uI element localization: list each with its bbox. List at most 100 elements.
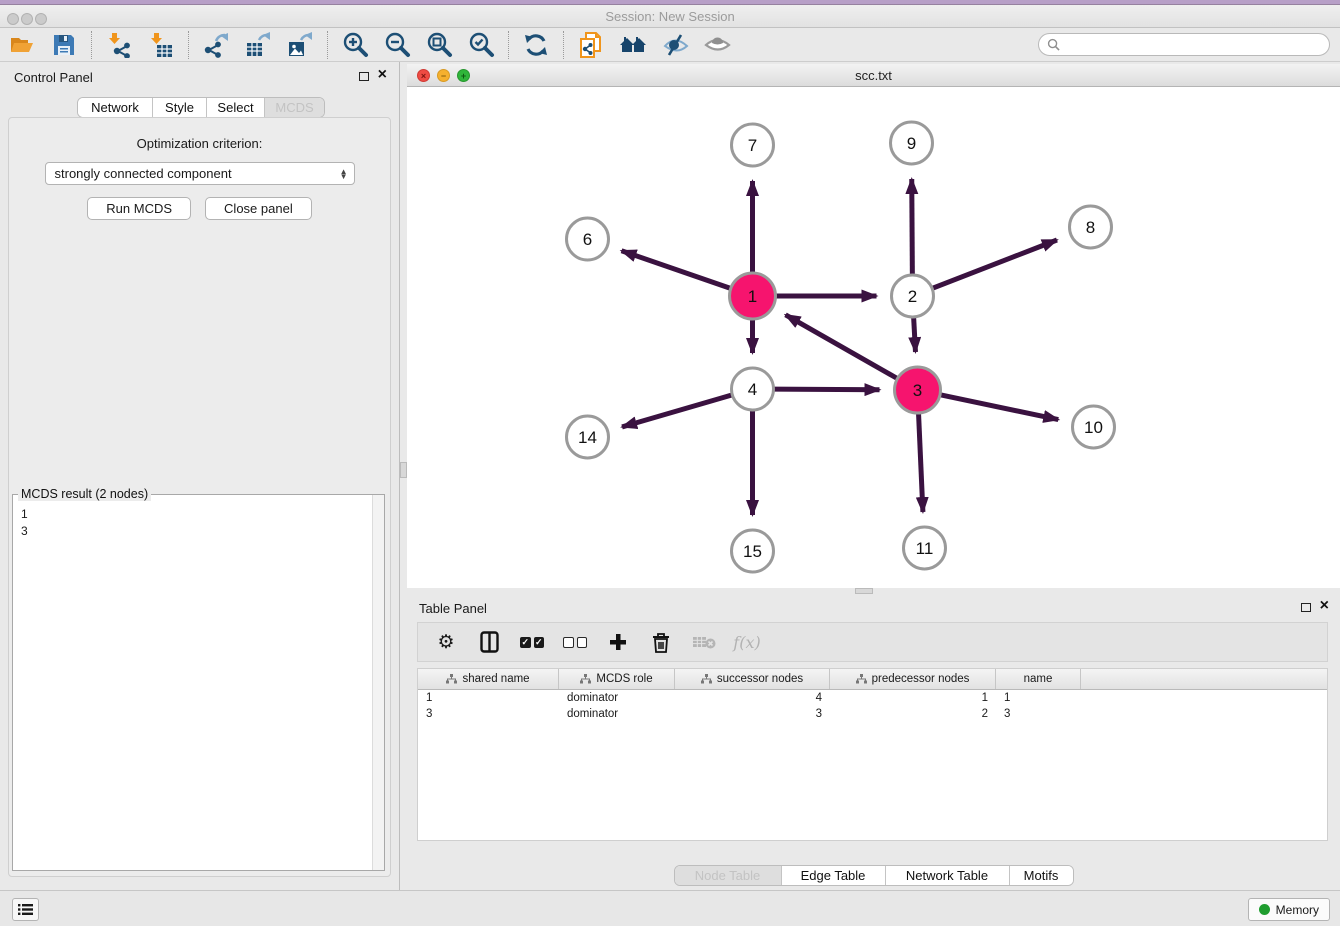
network-graph[interactable]: 1 2 3 4 6 7 8 9 10 11 14 15	[407, 87, 1340, 588]
edge-3-11[interactable]	[919, 414, 923, 512]
network-window-titlebar[interactable]: × − + scc.txt	[407, 64, 1340, 87]
node-15[interactable]: 15	[732, 530, 774, 572]
column-header-MCDS-role[interactable]: MCDS role	[559, 669, 675, 689]
scrollbar[interactable]	[372, 495, 384, 870]
table-row[interactable]: 3dominator323	[418, 706, 1327, 722]
export-table-button[interactable]	[241, 30, 275, 60]
mcds-result-list[interactable]: 13	[13, 495, 372, 870]
node-9[interactable]: 9	[891, 122, 933, 164]
table-row[interactable]: 1dominator411	[418, 690, 1327, 706]
search-input[interactable]	[1060, 36, 1329, 54]
open-session-button[interactable]	[5, 30, 39, 60]
export-table-icon	[245, 32, 271, 58]
close-icon[interactable]: ×	[378, 66, 387, 84]
search-box[interactable]	[1038, 33, 1330, 56]
float-icon[interactable]	[1301, 603, 1311, 612]
table-cell[interactable]: 1	[418, 692, 559, 704]
splitter-handle[interactable]	[400, 462, 407, 478]
show-annotations-button[interactable]	[700, 30, 734, 60]
zoom-in-button[interactable]	[338, 30, 372, 60]
homes-button[interactable]	[616, 30, 650, 60]
tab-select[interactable]: Select	[206, 98, 264, 117]
table-cell[interactable]: dominator	[559, 692, 675, 704]
tab-node-table[interactable]: Node Table	[675, 866, 781, 885]
table-cell[interactable]: 1	[830, 692, 996, 704]
table-cell[interactable]: 3	[418, 708, 559, 720]
column-header-shared-name[interactable]: shared name	[418, 669, 559, 689]
new-network-from-selection-button[interactable]	[574, 30, 608, 60]
node-6[interactable]: 6	[567, 218, 609, 260]
node-7[interactable]: 7	[732, 124, 774, 166]
eye-icon	[704, 32, 731, 58]
edge-1-6[interactable]	[622, 251, 730, 288]
run-mcds-button[interactable]: Run MCDS	[87, 197, 191, 220]
edge-3-1[interactable]	[786, 315, 897, 378]
hide-annotations-button[interactable]	[658, 30, 692, 60]
columns-icon	[480, 631, 499, 653]
close-icon[interactable]: ×	[1320, 597, 1329, 615]
import-network-button[interactable]	[102, 30, 136, 60]
optimization-criterion-select[interactable]: strongly connected component ▲▼	[45, 162, 355, 185]
toolbar-separator	[508, 31, 509, 59]
zoom-selected-button[interactable]	[464, 30, 498, 60]
edge-4-3[interactable]	[774, 389, 879, 390]
export-image-button[interactable]	[283, 30, 317, 60]
tab-mcds[interactable]: MCDS	[264, 98, 324, 117]
save-session-button[interactable]	[47, 30, 81, 60]
svg-text:11: 11	[916, 539, 934, 558]
delete-column-button[interactable]	[649, 630, 673, 654]
table-cell[interactable]: 3	[996, 708, 1081, 720]
node-2[interactable]: 2	[892, 275, 934, 317]
import-table-button[interactable]	[144, 30, 178, 60]
column-header-name[interactable]: name	[996, 669, 1081, 689]
table-settings-button[interactable]: ⚙	[434, 630, 458, 654]
column-header-predecessor-nodes[interactable]: predecessor nodes	[830, 669, 996, 689]
close-panel-button[interactable]: Close panel	[205, 197, 312, 220]
node-8[interactable]: 8	[1070, 206, 1112, 248]
network-canvas[interactable]: 1 2 3 4 6 7 8 9 10 11 14 15	[407, 87, 1340, 588]
homes-icon	[619, 32, 647, 58]
zoom-fit-button[interactable]	[422, 30, 456, 60]
tab-edge-table[interactable]: Edge Table	[781, 866, 885, 885]
memory-label: Memory	[1276, 903, 1319, 917]
column-type-icon	[856, 674, 867, 684]
apply-layout-button[interactable]	[519, 30, 553, 60]
node-10[interactable]: 10	[1073, 406, 1115, 448]
float-icon[interactable]	[359, 72, 369, 81]
zoom-out-button[interactable]	[380, 30, 414, 60]
tab-style[interactable]: Style	[152, 98, 206, 117]
task-history-button[interactable]	[12, 898, 39, 921]
node-4[interactable]: 4	[732, 368, 774, 410]
column-visibility-button[interactable]	[477, 630, 501, 654]
delete-table-button[interactable]	[692, 630, 716, 654]
table-cell[interactable]: 2	[830, 708, 996, 720]
table-cell[interactable]: dominator	[559, 708, 675, 720]
tab-motifs[interactable]: Motifs	[1009, 866, 1073, 885]
app-title: Session: New Session	[0, 9, 1340, 24]
node-3[interactable]: 3	[895, 367, 941, 413]
node-14[interactable]: 14	[567, 416, 609, 458]
select-all-button[interactable]: ✓ ✓	[520, 630, 544, 654]
table-cell[interactable]: 1	[996, 692, 1081, 704]
svg-text:3: 3	[913, 381, 922, 400]
node-1[interactable]: 1	[730, 273, 776, 319]
tab-network[interactable]: Network	[78, 98, 152, 117]
edge-3-10[interactable]	[941, 395, 1058, 420]
edge-4-14[interactable]	[622, 395, 731, 427]
edge-2-3[interactable]	[914, 318, 916, 352]
export-network-button[interactable]	[199, 30, 233, 60]
tab-network-table[interactable]: Network Table	[885, 866, 1009, 885]
memory-button[interactable]: Memory	[1248, 898, 1330, 921]
edge-2-9[interactable]	[912, 179, 913, 274]
splitter-handle[interactable]	[855, 588, 873, 594]
table-cell[interactable]: 4	[675, 692, 830, 704]
add-column-button[interactable]	[606, 630, 630, 654]
function-builder-button[interactable]: f(x)	[735, 630, 759, 654]
column-header-successor-nodes[interactable]: successor nodes	[675, 669, 830, 689]
export-network-icon	[203, 32, 229, 58]
column-header-label: successor nodes	[717, 673, 803, 685]
node-11[interactable]: 11	[904, 527, 946, 569]
table-cell[interactable]: 3	[675, 708, 830, 720]
deselect-all-button[interactable]	[563, 630, 587, 654]
edge-2-8[interactable]	[933, 240, 1057, 288]
